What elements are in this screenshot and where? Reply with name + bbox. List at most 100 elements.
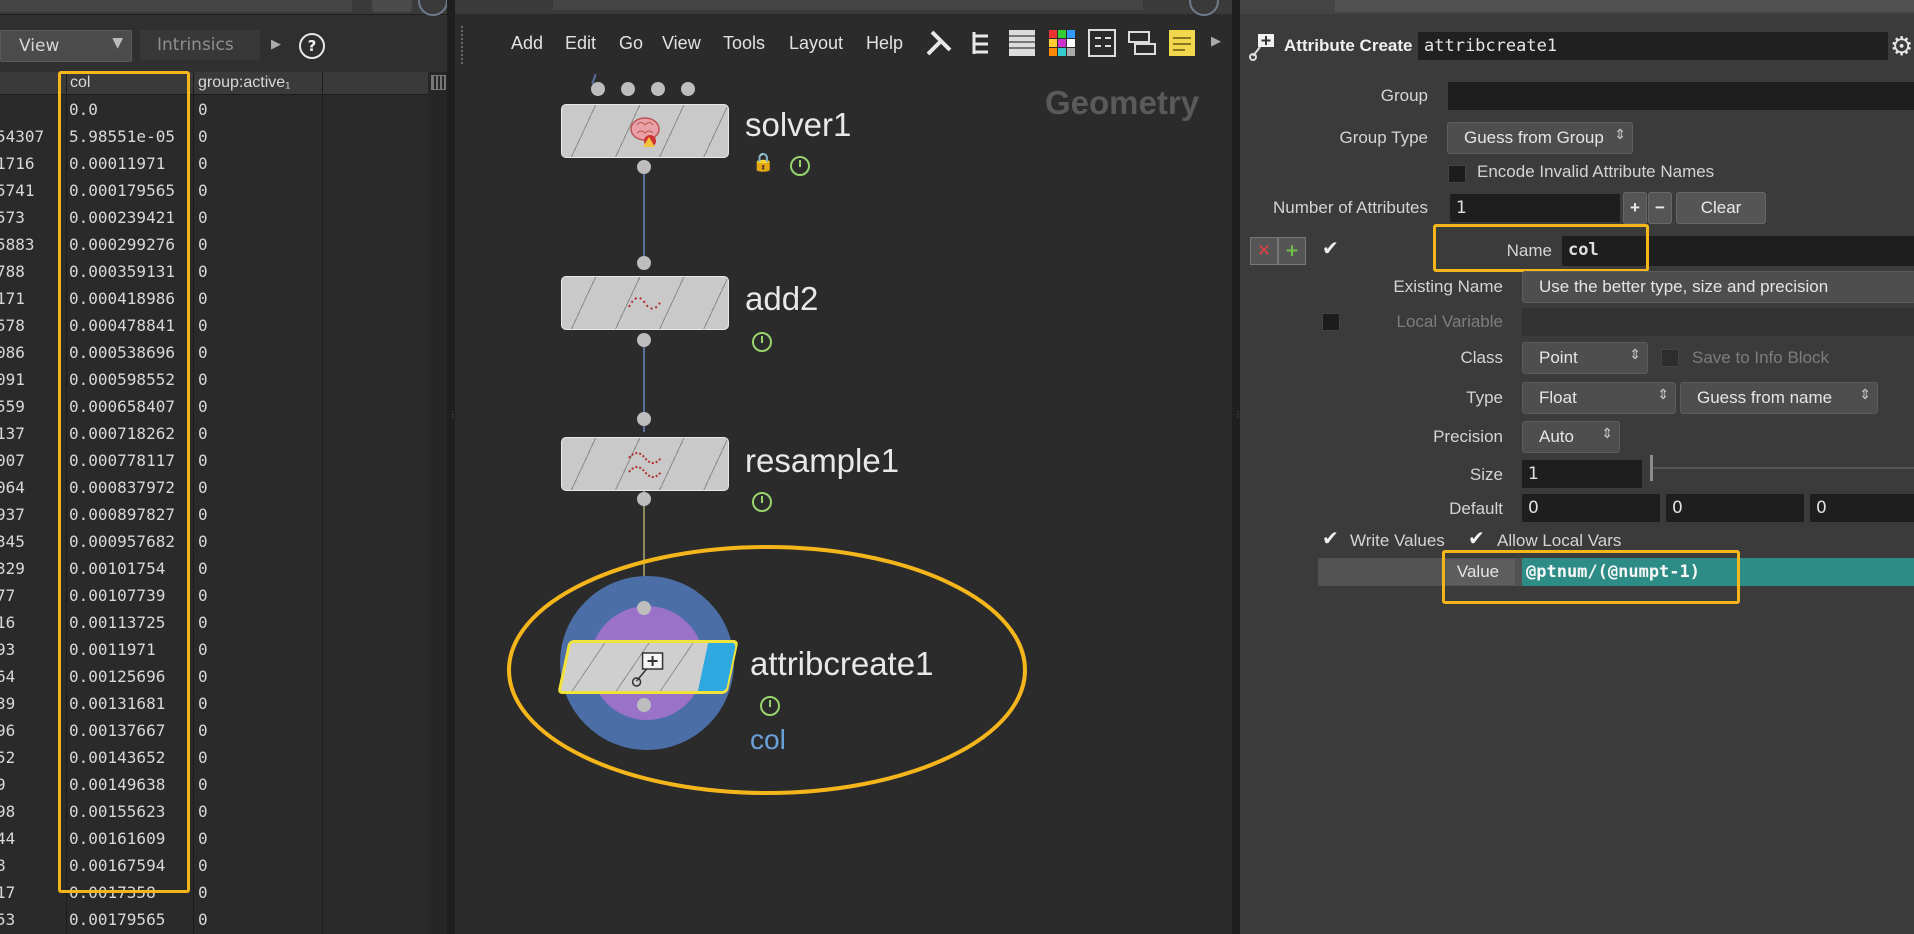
type-guess-dropdown[interactable]: Guess from name ⇕ bbox=[1680, 382, 1878, 414]
updown-arrow-icon: ⇕ bbox=[1629, 346, 1641, 362]
row-index: 9 bbox=[0, 775, 6, 794]
brain-icon bbox=[630, 117, 660, 147]
menu-help[interactable]: Help bbox=[866, 33, 903, 54]
row-index: 52 bbox=[0, 748, 16, 767]
row-index: 96 bbox=[0, 721, 16, 740]
node-solver1[interactable] bbox=[561, 104, 729, 158]
node-name-value: attribcreate1 bbox=[1424, 36, 1558, 56]
precision-dropdown[interactable]: Auto ⇕ bbox=[1522, 421, 1620, 453]
size-slider[interactable] bbox=[1650, 455, 1914, 481]
row-index: 17 bbox=[0, 883, 16, 902]
add-attribute-button[interactable]: + bbox=[1623, 192, 1647, 224]
allow-local-vars-checkbox[interactable]: ✔ bbox=[1468, 526, 1485, 550]
type-dropdown[interactable]: Float ⇕ bbox=[1522, 382, 1676, 414]
row-index: 44 bbox=[0, 829, 16, 848]
cell-group-active: 0 bbox=[198, 127, 208, 146]
row-index: 559 bbox=[0, 397, 25, 416]
group-type-dropdown[interactable]: Guess from Group ⇕ bbox=[1447, 122, 1633, 154]
default-field-1[interactable]: 0 bbox=[1522, 494, 1660, 522]
group-type-label: Group Type bbox=[1339, 128, 1428, 147]
insert-instance-icon[interactable]: + bbox=[1278, 237, 1306, 265]
list-icon[interactable] bbox=[1005, 26, 1039, 60]
default-field-2[interactable]: 0 bbox=[1666, 494, 1804, 522]
clear-button[interactable]: Clear bbox=[1676, 192, 1766, 224]
encode-invalid-label: Encode Invalid Attribute Names bbox=[1477, 162, 1715, 181]
node-input[interactable] bbox=[637, 256, 651, 270]
node-resample1[interactable] bbox=[561, 437, 729, 491]
intrinsics-button[interactable]: Intrinsics bbox=[140, 30, 260, 60]
pane-splitter[interactable]: ⋮ bbox=[447, 0, 457, 934]
network-box-icon[interactable] bbox=[1125, 26, 1159, 60]
row-index: 086 bbox=[0, 343, 25, 362]
node-output[interactable] bbox=[637, 160, 651, 174]
menu-layout[interactable]: Layout bbox=[789, 33, 843, 54]
node-input[interactable] bbox=[621, 82, 635, 96]
save-info-label: Save to Info Block bbox=[1692, 348, 1830, 367]
path-field[interactable] bbox=[553, 0, 1143, 10]
size-field[interactable]: 1 bbox=[1522, 460, 1642, 488]
node-output[interactable] bbox=[637, 333, 651, 347]
link-icon[interactable] bbox=[418, 0, 448, 16]
node-name-field[interactable]: attribcreate1 bbox=[1418, 32, 1888, 60]
write-values-label: Write Values bbox=[1350, 531, 1445, 550]
row-index: 77 bbox=[0, 586, 16, 605]
cell-group-active: 0 bbox=[198, 910, 208, 929]
path-field[interactable] bbox=[1335, 0, 1914, 12]
local-variable-field[interactable] bbox=[1522, 308, 1914, 336]
slider-handle[interactable] bbox=[1650, 455, 1653, 481]
pane-splitter[interactable]: ⋮ bbox=[1232, 0, 1242, 934]
row-index: 171 bbox=[0, 289, 25, 308]
menu-view[interactable]: View bbox=[662, 33, 701, 54]
cell-group-active: 0 bbox=[198, 559, 208, 578]
remove-attribute-button[interactable]: − bbox=[1648, 192, 1672, 224]
node-add2[interactable] bbox=[561, 276, 729, 330]
menubar-grip[interactable] bbox=[461, 26, 475, 64]
write-values-checkbox[interactable]: ✔ bbox=[1322, 526, 1339, 550]
expand-arrow-icon[interactable]: ▶ bbox=[271, 37, 281, 52]
wrench-icon[interactable] bbox=[922, 26, 956, 60]
row-index: 137 bbox=[0, 424, 25, 443]
encode-invalid-checkbox[interactable] bbox=[1448, 165, 1466, 183]
path-field[interactable] bbox=[0, 0, 352, 12]
link-icon[interactable] bbox=[1189, 0, 1219, 16]
toolbar-more-icon[interactable]: ▶ bbox=[1211, 34, 1221, 49]
cell-group-active: 0 bbox=[198, 667, 208, 686]
num-attributes-field[interactable]: 1 bbox=[1450, 194, 1620, 222]
num-attributes-label: Number of Attributes bbox=[1273, 198, 1428, 217]
tree-icon[interactable] bbox=[966, 26, 1000, 60]
node-input[interactable] bbox=[651, 82, 665, 96]
node-input[interactable] bbox=[681, 82, 695, 96]
view-dropdown[interactable]: View ▼ bbox=[0, 30, 132, 62]
group-field[interactable] bbox=[1448, 82, 1914, 110]
column-options-icon[interactable] bbox=[431, 75, 446, 90]
spreadsheet-scrollbar[interactable] bbox=[428, 72, 447, 934]
save-info-checkbox[interactable] bbox=[1661, 349, 1679, 367]
menu-go[interactable]: Go bbox=[619, 33, 643, 54]
row-index: 64 bbox=[0, 667, 16, 686]
existing-name-dropdown[interactable]: Use the better type, size and precision bbox=[1522, 271, 1914, 303]
cell-group-active: 0 bbox=[198, 586, 208, 605]
gear-icon[interactable]: ⚙ bbox=[1890, 32, 1913, 62]
menu-add[interactable]: Add bbox=[511, 33, 543, 54]
cell-group-active: 0 bbox=[198, 262, 208, 281]
node-input[interactable] bbox=[637, 412, 651, 426]
menu-edit[interactable]: Edit bbox=[565, 33, 596, 54]
cell-group-active: 0 bbox=[198, 613, 208, 632]
row-index: 007 bbox=[0, 451, 25, 470]
node-output[interactable] bbox=[637, 492, 651, 506]
lock-icon[interactable]: 🔒 bbox=[752, 152, 774, 173]
class-dropdown[interactable]: Point ⇕ bbox=[1522, 342, 1648, 374]
default-field-3[interactable]: 0 bbox=[1810, 494, 1914, 522]
help-icon[interactable]: ? bbox=[299, 33, 325, 59]
cell-group-active: 0 bbox=[198, 397, 208, 416]
menu-tools[interactable]: Tools bbox=[723, 33, 765, 54]
remove-instance-icon[interactable]: ✕ bbox=[1250, 237, 1278, 265]
pin-button[interactable] bbox=[372, 0, 412, 12]
table-row: 53 0.00179565 0 bbox=[0, 906, 428, 933]
network-path-bar bbox=[455, 0, 1232, 16]
column-header-group-active[interactable]: group:active₁ bbox=[198, 74, 291, 92]
color-palette-icon[interactable] bbox=[1045, 26, 1079, 60]
sticky-note-icon[interactable] bbox=[1165, 26, 1199, 60]
enable-checkmark-icon[interactable]: ✔ bbox=[1322, 236, 1339, 260]
grid-layout-icon[interactable] bbox=[1085, 26, 1119, 60]
